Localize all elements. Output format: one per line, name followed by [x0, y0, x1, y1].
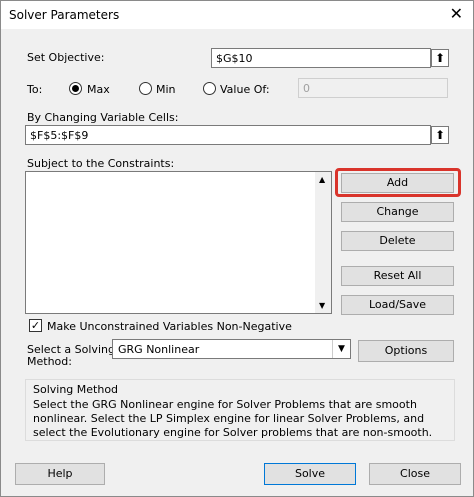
changing-cells-input[interactable]: $F$5:$F$9 [25, 125, 431, 145]
solving-method-group-title: Solving Method [33, 383, 119, 396]
radio-value-of[interactable] [203, 82, 216, 95]
options-button[interactable]: Options [358, 340, 454, 362]
close-icon[interactable]: ✕ [450, 5, 463, 23]
changing-cells-label: By Changing Variable Cells: [27, 111, 179, 124]
chevron-down-icon[interactable]: ▼ [332, 340, 350, 358]
solving-method-select[interactable]: GRG Nonlinear ▼ [112, 339, 351, 359]
constraints-list[interactable]: ▲ ▼ [25, 171, 332, 314]
solving-method-description: Select the GRG Nonlinear engine for Solv… [33, 398, 433, 439]
solver-dialog: Solver Parameters ✕ Set Objective: $G$10… [0, 0, 474, 497]
solving-method-value: GRG Nonlinear [118, 343, 200, 356]
change-button[interactable]: Change [341, 202, 454, 222]
close-button[interactable]: Close [369, 463, 461, 485]
radio-min-label: Min [156, 83, 176, 96]
set-objective-label: Set Objective: [27, 51, 105, 64]
nonneg-checkbox[interactable]: ✓ [29, 319, 42, 332]
delete-button[interactable]: Delete [341, 231, 454, 251]
radio-value-of-label: Value Of: [220, 83, 270, 96]
nonneg-label: Make Unconstrained Variables Non-Negativ… [47, 320, 292, 333]
reset-all-button[interactable]: Reset All [341, 266, 454, 286]
collapse-ref-icon[interactable]: ⬆ [431, 49, 449, 67]
set-objective-input[interactable]: $G$10 [211, 48, 431, 68]
radio-max-label: Max [87, 83, 110, 96]
window-title: Solver Parameters [9, 8, 120, 22]
radio-min[interactable] [139, 82, 152, 95]
load-save-button[interactable]: Load/Save [341, 295, 454, 315]
scroll-down-icon[interactable]: ▼ [319, 301, 325, 310]
value-of-input[interactable]: 0 [298, 78, 448, 98]
constraints-label: Subject to the Constraints: [27, 157, 175, 170]
solve-button[interactable]: Solve [264, 463, 356, 485]
solving-method-label-2: Method: [27, 355, 72, 368]
scroll-up-icon[interactable]: ▲ [319, 175, 325, 184]
constraints-scrollbar[interactable]: ▲ ▼ [315, 172, 331, 313]
to-label: To: [27, 83, 43, 96]
add-button[interactable]: Add [341, 173, 454, 193]
radio-max[interactable] [69, 82, 82, 95]
collapse-ref-icon[interactable]: ⬆ [431, 126, 449, 144]
title-bar: Solver Parameters ✕ [1, 1, 473, 29]
help-button[interactable]: Help [15, 463, 105, 485]
